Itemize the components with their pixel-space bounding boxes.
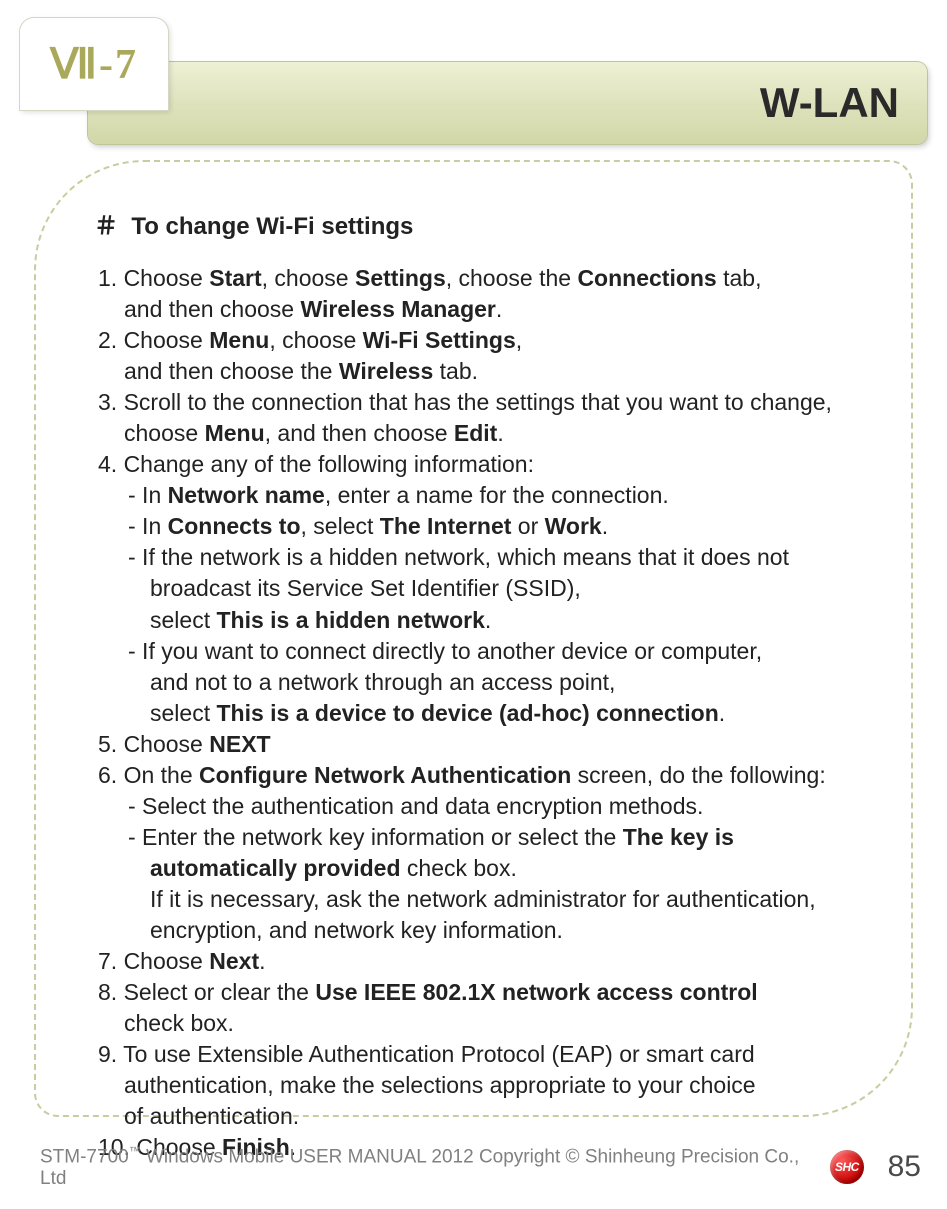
brand-logo-icon: SHC <box>830 1150 864 1184</box>
chapter-tab: Ⅶ-7 <box>20 18 168 110</box>
steps-list: 1. Choose Start, choose Settings, choose… <box>90 263 867 1163</box>
step-5: 5. Choose NEXT <box>98 729 867 760</box>
page-number: 85 <box>888 1150 921 1184</box>
step-4-sub-1: - In Network name, enter a name for the … <box>98 480 867 511</box>
chapter-label: Ⅶ-7 <box>50 39 138 89</box>
title-bar: W-LAN <box>88 62 927 144</box>
step-2: 2. Choose Menu, choose Wi-Fi Settings, a… <box>98 325 867 387</box>
step-9: 9. To use Extensible Authentication Prot… <box>98 1039 867 1132</box>
section-heading: ＃ To change Wi-Fi settings <box>94 206 867 241</box>
step-3: 3. Scroll to the connection that has the… <box>98 387 867 449</box>
step-7: 7. Choose Next. <box>98 946 867 977</box>
content-panel: ＃ To change Wi-Fi settings 1. Choose Sta… <box>34 160 913 1117</box>
step-4-sub-3: - If the network is a hidden network, wh… <box>98 542 867 635</box>
step-1: 1. Choose Start, choose Settings, choose… <box>98 263 867 325</box>
step-4-sub-2: - In Connects to, select The Internet or… <box>98 511 867 542</box>
section-marker: ＃ <box>94 213 118 240</box>
step-4-sub-4: - If you want to connect directly to ano… <box>98 636 867 729</box>
footer-text: STM-7700™ Windows Mobile USER MANUAL 201… <box>40 1144 820 1190</box>
step-8: 8. Select or clear the Use IEEE 802.1X n… <box>98 977 867 1039</box>
section-heading-text: To change Wi-Fi settings <box>131 213 413 240</box>
step-6: 6. On the Configure Network Authenticati… <box>98 760 867 791</box>
footer: STM-7700™ Windows Mobile USER MANUAL 201… <box>0 1143 947 1191</box>
step-6-sub-2: - Enter the network key information or s… <box>98 822 867 946</box>
page-title: W-LAN <box>760 79 899 127</box>
step-4: 4. Change any of the following informati… <box>98 449 867 480</box>
step-6-sub-1: - Select the authentication and data enc… <box>98 791 867 822</box>
